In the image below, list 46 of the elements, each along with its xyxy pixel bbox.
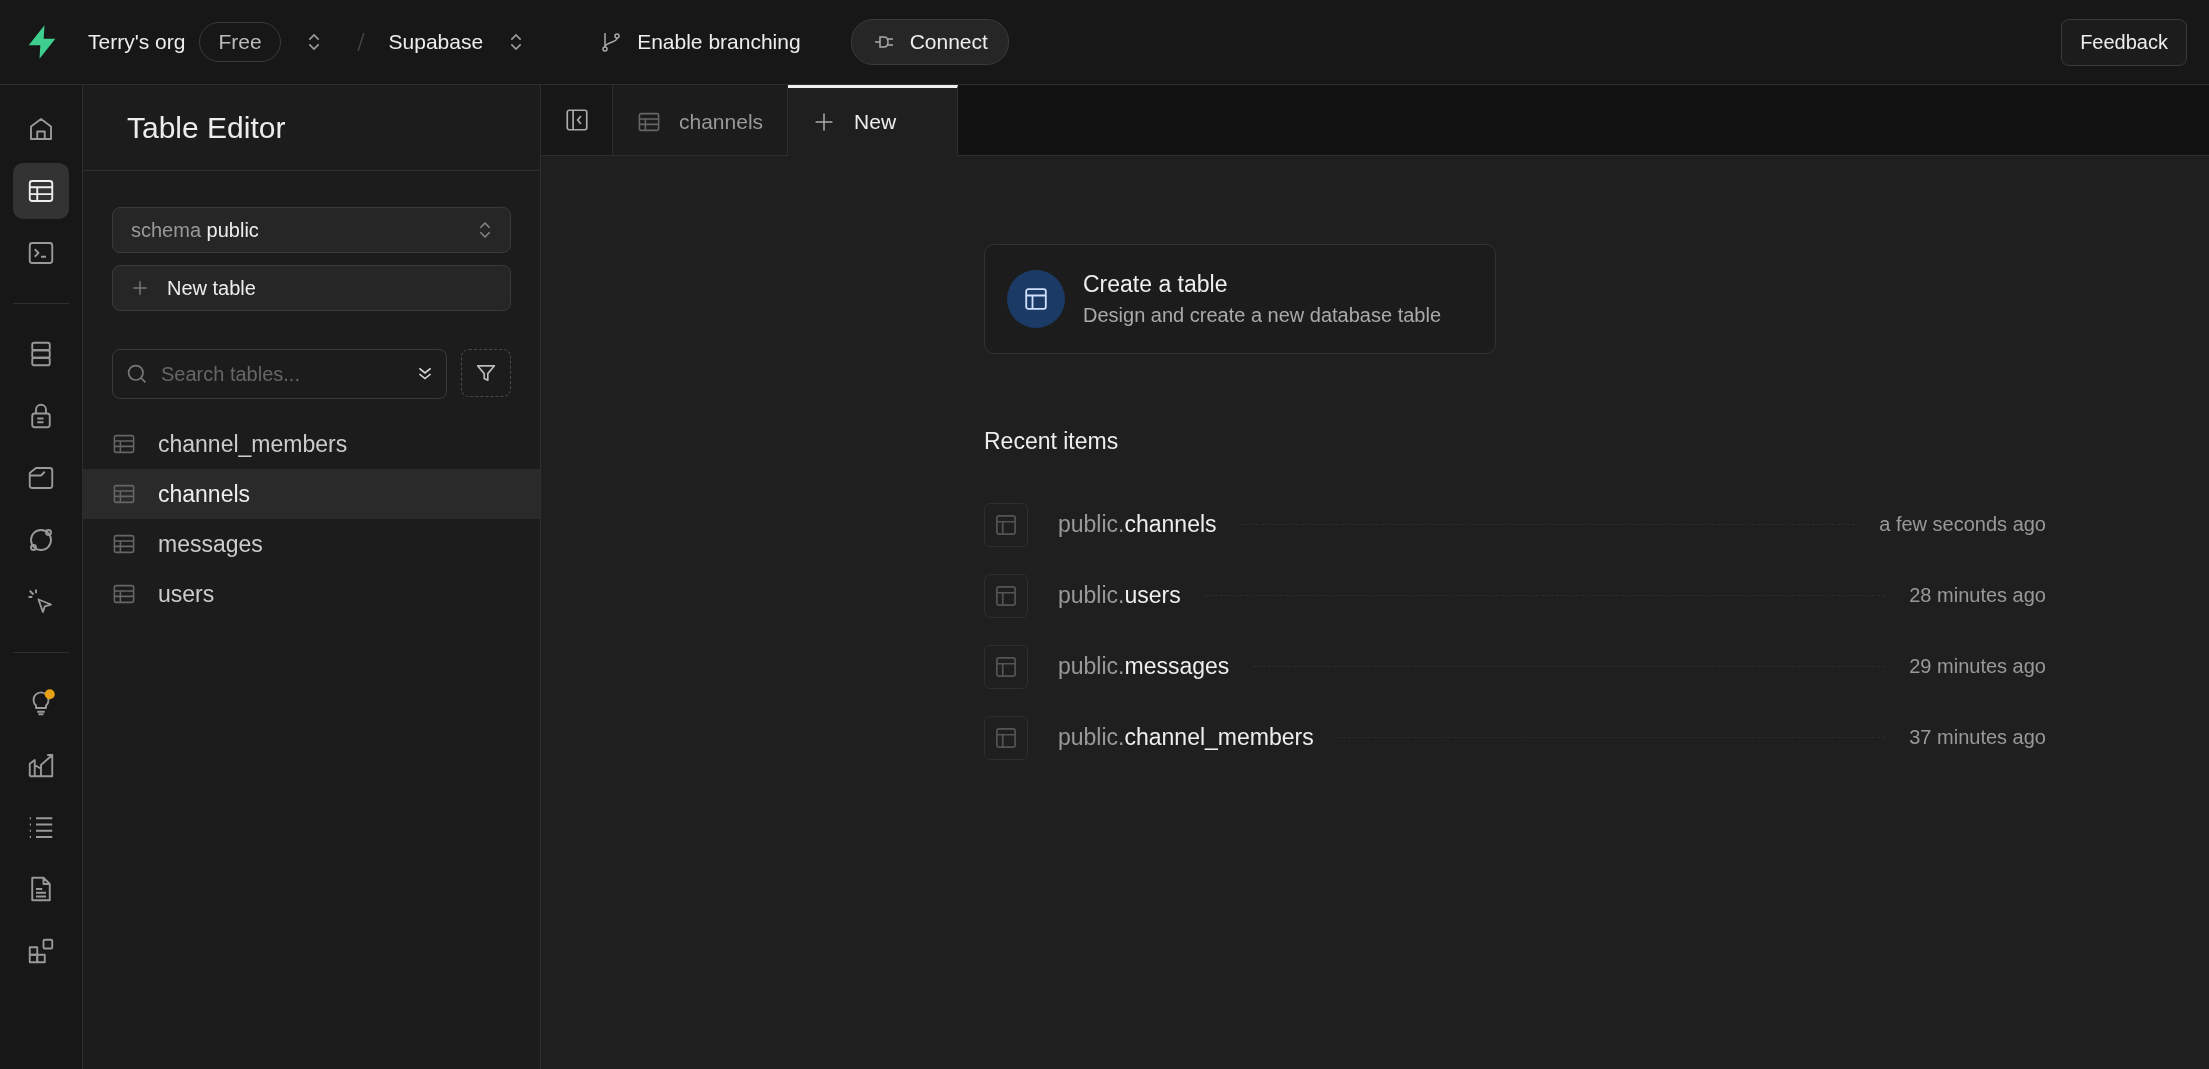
recent-items-heading: Recent items bbox=[984, 428, 1120, 455]
table-icon bbox=[112, 532, 136, 556]
table-list-item[interactable]: channels bbox=[83, 469, 540, 519]
search-field[interactable]: Search tables... bbox=[112, 349, 447, 399]
table-icon bbox=[984, 573, 1028, 618]
tab[interactable]: channels bbox=[613, 85, 789, 155]
chevron-updown-icon[interactable] bbox=[306, 31, 321, 53]
table-list-item[interactable]: channel_members bbox=[83, 419, 540, 469]
create-table-card[interactable]: Create a table Design and create a new database table bbox=[984, 244, 1496, 354]
table-icon bbox=[112, 482, 136, 506]
table-icon bbox=[984, 644, 1028, 689]
slash-icon bbox=[354, 30, 367, 54]
enable-branching-button[interactable]: Enable branching bbox=[589, 24, 811, 60]
table-icon bbox=[112, 582, 136, 606]
project-name[interactable]: Supabase bbox=[388, 30, 484, 54]
tab[interactable]: New bbox=[788, 85, 959, 156]
chevron-updown-icon[interactable] bbox=[509, 31, 524, 53]
card-title: Create a table bbox=[1083, 271, 1229, 298]
table-icon bbox=[984, 502, 1028, 547]
table-list-item[interactable]: messages bbox=[83, 519, 540, 569]
plus-icon bbox=[131, 279, 149, 297]
recent-item-link[interactable]: public.channel_members bbox=[1058, 724, 1314, 751]
new-table-button[interactable]: New table bbox=[112, 265, 511, 311]
sidebar-icon bbox=[563, 107, 590, 133]
org-name[interactable]: Terry's org bbox=[88, 30, 186, 54]
recent-item-time: 37 minutes ago bbox=[1909, 726, 2046, 749]
recent-item-link[interactable]: public.users bbox=[1058, 582, 1181, 609]
connect-button[interactable]: Connect bbox=[850, 19, 1009, 65]
table-icon bbox=[112, 432, 136, 456]
filter-button[interactable] bbox=[461, 349, 511, 397]
table-nav-button[interactable] bbox=[13, 163, 69, 219]
feedback-button[interactable]: Feedback bbox=[2061, 18, 2187, 66]
search-icon bbox=[125, 362, 149, 386]
recent-item-time: 29 minutes ago bbox=[1909, 655, 2046, 678]
table-list-item[interactable]: users bbox=[83, 569, 540, 619]
card-subtitle: Design and create a new database table bbox=[1083, 304, 1442, 327]
chevron-updown-icon bbox=[478, 219, 492, 241]
recent-item-link[interactable]: public.channels bbox=[1058, 511, 1217, 538]
panel-title: Table Editor bbox=[127, 110, 286, 145]
table-icon bbox=[984, 715, 1028, 760]
recent-item-time: a few seconds ago bbox=[1879, 513, 2046, 536]
schema-select[interactable]: schema public bbox=[112, 207, 511, 253]
recent-item-time: 28 minutes ago bbox=[1909, 584, 2046, 607]
recent-item-link[interactable]: public.messages bbox=[1058, 653, 1230, 680]
search-input[interactable]: Search tables... bbox=[159, 361, 406, 387]
collapse-sidebar-button[interactable] bbox=[541, 85, 613, 155]
